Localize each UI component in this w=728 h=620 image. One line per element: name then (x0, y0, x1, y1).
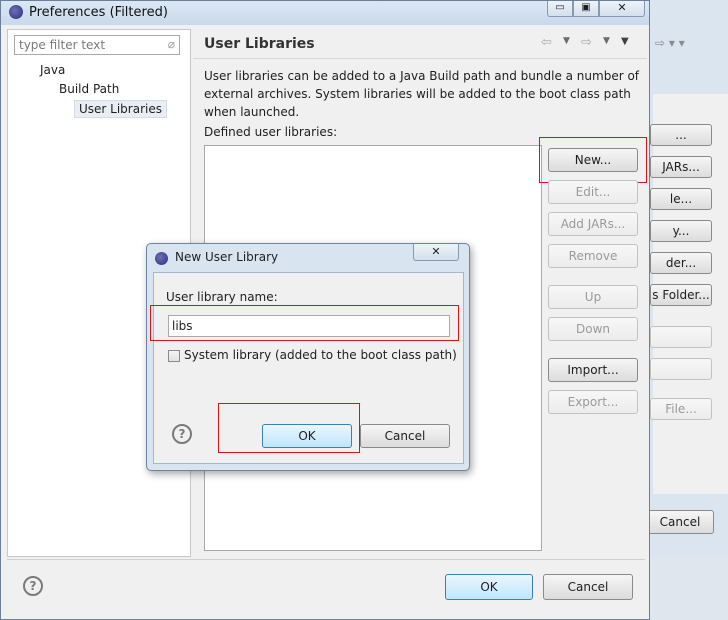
page-header: User Libraries ⇦ ▼ ⇨ ▼ ▼ (193, 29, 647, 59)
close-button[interactable]: ✕ (599, 1, 645, 17)
import-button[interactable]: Import... (548, 358, 638, 382)
bg-button-4[interactable]: y... (650, 220, 712, 242)
remove-button[interactable]: Remove (548, 244, 638, 268)
bg-button-7[interactable] (650, 326, 712, 348)
bg-button-9[interactable]: File... (650, 398, 712, 420)
bg-button-6[interactable]: s Folder... (650, 284, 712, 306)
export-button[interactable]: Export... (548, 390, 638, 414)
page-title: User Libraries (204, 36, 315, 52)
dialog-body: User library name: libs System library (… (150, 272, 464, 464)
dialog-app-icon (155, 252, 168, 265)
dialog-title: New User Library (175, 250, 279, 264)
filter-input[interactable]: type filter text ⌀ (14, 35, 180, 55)
forward-dropdown-icon[interactable]: ▼ (603, 36, 610, 46)
tree-item-build-path[interactable]: Build Path (59, 82, 119, 96)
bg-nav-arrows: ⇨ ▾ ▾ (655, 36, 685, 50)
tree-item-user-libraries[interactable]: User Libraries (74, 100, 167, 118)
view-menu-icon[interactable]: ▼ (621, 36, 629, 47)
up-button[interactable]: Up (548, 285, 638, 309)
system-library-checkbox[interactable] (168, 350, 180, 362)
new-user-library-dialog: New User Library ✕ User library name: li… (146, 243, 470, 471)
add-jars-button[interactable]: Add JARs... (548, 212, 638, 236)
bg-button-2[interactable]: JARs... (650, 156, 712, 178)
dialog-cancel-button[interactable]: Cancel (360, 424, 450, 448)
forward-arrow-icon[interactable]: ⇨ (581, 35, 592, 50)
footer-separator (7, 559, 645, 560)
dialog-close-button[interactable]: ✕ (413, 244, 459, 261)
page-description: User libraries can be added to a Java Bu… (204, 69, 640, 119)
highlight-ok-button (218, 403, 360, 453)
maximize-button[interactable]: ▣ (573, 1, 599, 17)
cancel-button[interactable]: Cancel (543, 574, 633, 600)
system-library-label[interactable]: System library (added to the boot class … (184, 348, 457, 362)
ok-button[interactable]: OK (445, 574, 533, 600)
title-bar: Preferences (Filtered) ▭ ▣ ✕ (1, 1, 649, 25)
bg-button-8[interactable] (650, 358, 712, 380)
bg-cancel-button[interactable]: Cancel (646, 510, 714, 534)
edit-button[interactable]: Edit... (548, 180, 638, 204)
defined-libraries-label: Defined user libraries: (204, 125, 338, 139)
background-window: ⇨ ▾ ▾ ... JARs... le... y... der... s Fo… (640, 0, 728, 556)
minimize-button[interactable]: ▭ (547, 1, 573, 17)
filter-placeholder: type filter text (19, 38, 106, 52)
down-button[interactable]: Down (548, 317, 638, 341)
bg-button-3[interactable]: le... (650, 188, 712, 210)
tree-item-java[interactable]: Java (40, 63, 65, 77)
back-dropdown-icon[interactable]: ▼ (563, 36, 570, 46)
bg-button-5[interactable]: der... (650, 252, 712, 274)
dialog-help-icon[interactable]: ? (172, 424, 192, 444)
eclipse-app-icon (9, 5, 23, 19)
help-icon[interactable]: ? (23, 576, 43, 596)
window-title: Preferences (Filtered) (29, 5, 168, 20)
highlight-new-button (539, 137, 647, 183)
highlight-name-input (150, 305, 459, 341)
name-label: User library name: (166, 290, 278, 304)
bg-button-1[interactable]: ... (650, 124, 712, 146)
back-arrow-icon[interactable]: ⇦ (541, 35, 552, 50)
clear-filter-icon[interactable]: ⌀ (168, 37, 175, 51)
